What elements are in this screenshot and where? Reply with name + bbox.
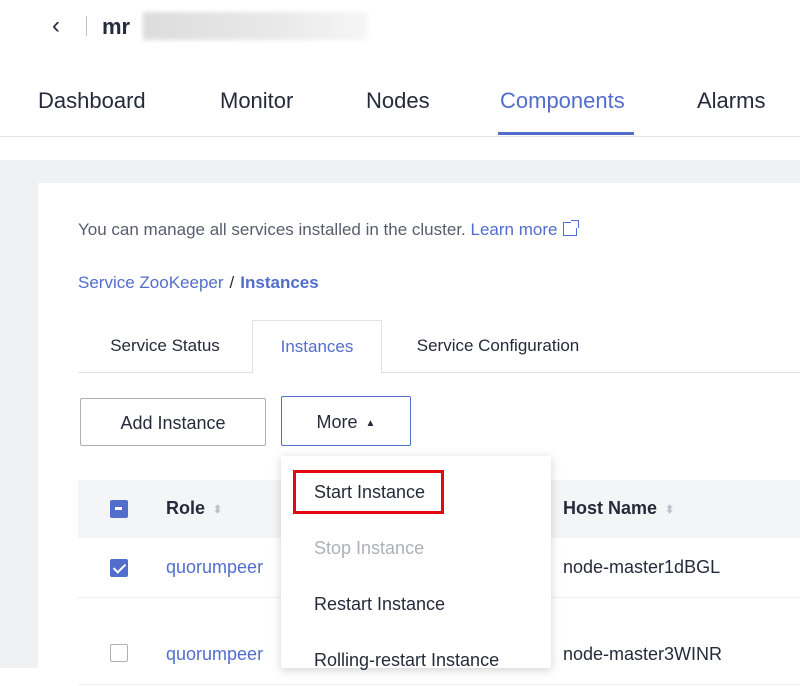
active-tab-indicator bbox=[498, 132, 634, 135]
breadcrumb: Service ZooKeeper / Instances bbox=[78, 273, 319, 293]
row-checkbox[interactable] bbox=[110, 559, 128, 577]
external-link-icon[interactable] bbox=[563, 220, 580, 236]
breadcrumb-current: Instances bbox=[240, 273, 319, 292]
menu-item-restart-instance[interactable]: Restart Instance bbox=[281, 578, 551, 630]
subtab-instances[interactable]: Instances bbox=[252, 320, 382, 374]
caret-up-icon: ▲ bbox=[365, 418, 376, 429]
back-arrow-icon[interactable]: ‹ bbox=[52, 14, 60, 38]
sort-icon[interactable]: ⬍ bbox=[213, 504, 222, 516]
menu-item-stop-instance: Stop Instance bbox=[281, 522, 551, 574]
subtab-service-status[interactable]: Service Status bbox=[78, 320, 252, 372]
intro-text: You can manage all services installed in… bbox=[78, 220, 580, 240]
redacted-cluster-name bbox=[143, 12, 368, 40]
cluster-name: mr bbox=[102, 14, 131, 39]
select-all-checkbox[interactable] bbox=[110, 500, 128, 518]
service-subtabs: Service Status Instances Service Configu… bbox=[78, 320, 800, 374]
tab-monitor[interactable]: Monitor bbox=[220, 88, 293, 114]
column-header-role[interactable]: Role ⬍ bbox=[166, 498, 222, 519]
column-role-label: Role bbox=[166, 498, 206, 518]
tab-nodes[interactable]: Nodes bbox=[366, 88, 430, 114]
intro-description: You can manage all services installed in… bbox=[78, 220, 471, 239]
more-button[interactable]: More ▲ bbox=[281, 396, 411, 446]
row-host-name: node-master1dBGL bbox=[563, 557, 721, 577]
more-button-label: More bbox=[316, 412, 358, 432]
subtab-service-configuration[interactable]: Service Configuration bbox=[380, 320, 616, 372]
menu-item-rolling-restart-instance[interactable]: Rolling-restart Instance bbox=[281, 634, 551, 686]
add-instance-button[interactable]: Add Instance bbox=[80, 398, 266, 446]
column-header-host-name[interactable]: Host Name ⬍ bbox=[563, 498, 674, 519]
row-role-link[interactable]: quorumpeer bbox=[166, 644, 263, 665]
tab-components[interactable]: Components bbox=[500, 88, 625, 114]
column-host-label: Host Name bbox=[563, 498, 658, 518]
breadcrumb-separator: / bbox=[229, 273, 235, 292]
tab-alarms[interactable]: Alarms bbox=[697, 88, 765, 114]
learn-more-link[interactable]: Learn more bbox=[471, 220, 558, 239]
row-host-name: node-master3WINR bbox=[563, 644, 723, 664]
row-role-link[interactable]: quorumpeer bbox=[166, 557, 263, 578]
tab-dashboard[interactable]: Dashboard bbox=[38, 88, 146, 114]
header-divider bbox=[86, 16, 87, 36]
sort-icon[interactable]: ⬍ bbox=[665, 504, 674, 516]
menu-item-label: Restart Instance bbox=[314, 594, 446, 614]
top-nav: Dashboard Monitor Nodes Components Alarm… bbox=[0, 76, 800, 137]
menu-item-label: Rolling-restart Instance bbox=[314, 650, 500, 670]
row-checkbox[interactable] bbox=[110, 644, 128, 662]
menu-item-label: Stop Instance bbox=[314, 538, 425, 558]
breadcrumb-service-zookeeper[interactable]: Service ZooKeeper bbox=[78, 273, 224, 292]
page-header: ‹ mr bbox=[0, 0, 800, 58]
highlight-box bbox=[293, 470, 444, 514]
